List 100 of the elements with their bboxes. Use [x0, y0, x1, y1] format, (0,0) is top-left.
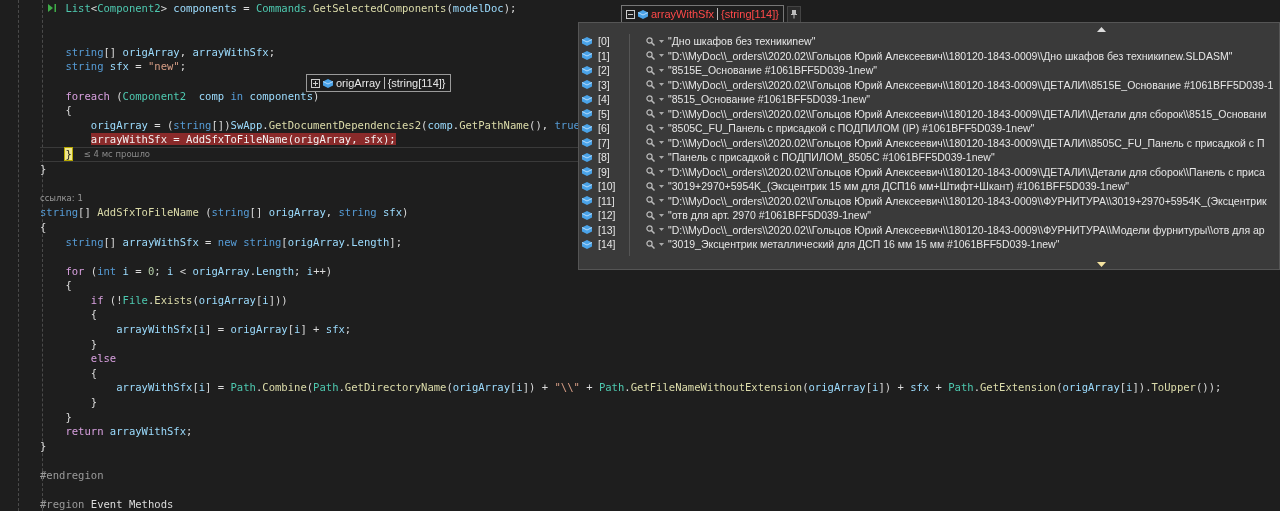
code-line: { — [40, 219, 47, 235]
caret-icon[interactable] — [659, 213, 664, 217]
caret-icon[interactable] — [659, 242, 664, 246]
object-icon — [582, 65, 592, 75]
code-line: { — [65, 278, 72, 293]
caret-icon[interactable] — [659, 228, 664, 232]
item-index: [1] — [598, 49, 611, 62]
variable-value: {string[114]} — [387, 77, 446, 89]
object-icon — [582, 167, 592, 177]
caret-icon[interactable] — [659, 126, 664, 130]
expand-toggle-icon[interactable] — [626, 9, 635, 19]
code-line: #endregion — [40, 468, 104, 483]
caret-icon[interactable] — [659, 170, 664, 174]
item-value: "D:\\MyDoc\\_orders\\2020.02\\Гольцов Юрий Алексеевич\\180120-1843-0009\\Дно шкафов без техникиnew.SLDASM" — [668, 49, 1233, 62]
magnifier-icon[interactable] — [646, 94, 655, 104]
object-icon — [582, 109, 592, 119]
object-icon — [582, 36, 592, 46]
object-icon — [582, 94, 592, 104]
item-index: [13] — [598, 223, 617, 236]
caret-icon[interactable] — [659, 68, 664, 72]
code-line: return arrayWithSfx; — [65, 424, 193, 439]
code-line: string[] arrayWithSfx = new string[origArray.Length]; — [65, 234, 403, 250]
item-value: "D:\\MyDoc\\_orders\\2020.02\\Гольцов Юрий Алексеевич\\180120-1843-0009\\ДЕТАЛИ\\8515E_Основание #1061BFF5D039-1 — [668, 78, 1274, 91]
code-line: } — [65, 409, 72, 425]
item-value: "8515_Основание #1061BFF5D039-1new" — [668, 93, 870, 106]
variable-name: origArray — [336, 77, 385, 89]
code-line: #region Event Methods — [40, 497, 174, 511]
item-value: "8515E_Основание #1061BFF5D039-1new" — [668, 64, 877, 77]
item-index: [9] — [598, 165, 611, 178]
magnifier-icon[interactable] — [646, 123, 655, 133]
item-value: "3019+2970+5954K_(Эксцентрик 15 мм для ДСП16 мм+Штифт+Шкант) #1061BFF5D039-1new" — [668, 180, 1129, 193]
object-icon — [582, 239, 592, 249]
item-value: "8505C_FU_Панель с присадкой с ПОДПИЛОМ (IP) #1061BFF5D039-1new" — [668, 122, 1035, 135]
item-index: [5] — [598, 107, 611, 120]
caret-icon[interactable] — [659, 155, 664, 159]
reference-count: ссылка: 1 — [40, 192, 83, 206]
object-icon — [582, 138, 592, 148]
item-index: [12] — [598, 209, 617, 222]
variable-value: {string[114]} — [720, 8, 779, 20]
magnifier-icon[interactable] — [646, 138, 655, 148]
magnifier-icon[interactable] — [646, 239, 655, 249]
pin-icon[interactable] — [786, 5, 801, 23]
caret-icon[interactable] — [659, 83, 664, 87]
caret-icon[interactable] — [659, 199, 664, 203]
caret-icon[interactable] — [659, 54, 664, 58]
magnifier-icon[interactable] — [646, 225, 655, 235]
magnifier-icon[interactable] — [646, 51, 655, 61]
item-value: "D:\\MyDoc\\_orders\\2020.02\\Гольцов Юрий Алексеевич\\180120-1843-0009\\ДЕТАЛИ\\8505C_FU_Панель с присадкой с П — [668, 136, 1265, 149]
run-to-click-icon[interactable] — [47, 3, 57, 13]
code-line: string[] AddSfxToFileName (string[] origArray, string sfx) — [40, 205, 409, 220]
item-value: "D:\\MyDoc\\_orders\\2020.02\\Гольцов Юрий Алексеевич\\180120-1843-0009\\ДЕТАЛИ\\Детали для сборок\\Панель с приса — [668, 165, 1265, 178]
magnifier-icon[interactable] — [646, 36, 655, 46]
code-line: } — [90, 336, 98, 352]
expand-toggle-icon[interactable] — [311, 78, 320, 88]
magnifier-icon[interactable] — [646, 65, 655, 75]
object-icon — [582, 181, 592, 191]
caret-icon[interactable] — [659, 39, 664, 43]
item-value: "D:\\MyDoc\\_orders\\2020.02\\Гольцов Юрий Алексеевич\\180120-1843-0009\\ФУРНИТУРА\\Модели фурнитуры\\отв для ар — [668, 223, 1265, 236]
object-icon — [638, 9, 648, 19]
caret-icon[interactable] — [659, 184, 664, 188]
datatip[interactable]: origArray {string[114]} — [306, 74, 451, 92]
item-index: [4] — [598, 93, 611, 106]
code-line: { — [90, 307, 98, 323]
object-icon — [582, 152, 592, 162]
scroll-down-icon[interactable] — [1097, 262, 1106, 267]
item-index: [0] — [598, 35, 611, 48]
code-line: string sfx = "new"; — [65, 59, 187, 74]
datatip[interactable]: arrayWithSfx {string[114]} — [621, 5, 784, 23]
caret-icon[interactable] — [659, 97, 664, 101]
magnifier-icon[interactable] — [646, 109, 655, 119]
object-icon — [582, 225, 592, 235]
magnifier-icon[interactable] — [646, 152, 655, 162]
item-index: [11] — [598, 194, 616, 207]
item-value: "D:\\MyDoc\\_orders\\2020.02\\Гольцов Юрий Алексеевич\\180120-1843-0009\\ДЕТАЛИ\\Детали для сборок\\8515_Основани — [668, 107, 1267, 120]
magnifier-icon[interactable] — [646, 210, 655, 220]
variable-name: arrayWithSfx — [651, 8, 718, 20]
item-index: [7] — [598, 136, 611, 149]
magnifier-icon[interactable] — [646, 196, 655, 206]
item-index: [3] — [598, 78, 611, 91]
caret-icon[interactable] — [659, 112, 664, 116]
item-value: "D:\\MyDoc\\_orders\\2020.02\\Гольцов Юрий Алексеевич\\180120-1843-0009\\ФУРНИТУРА\\3019+2970+5954K_(Эксцентрик — [668, 194, 1267, 207]
item-index: [10] — [598, 180, 617, 193]
scroll-up-icon[interactable] — [1097, 27, 1106, 32]
magnifier-icon[interactable] — [646, 181, 655, 191]
object-icon — [582, 80, 592, 90]
item-value: "Дно шкафов без техникиnew" — [668, 35, 816, 48]
magnifier-icon[interactable] — [646, 167, 655, 177]
code-line: } — [40, 161, 47, 177]
caret-icon[interactable] — [659, 141, 664, 145]
object-icon — [582, 210, 592, 220]
code-line: List<Component2> components = Commands.GetSelectedComponents(modelDoc); — [65, 1, 517, 16]
code-line: string[] origArray, arrayWithSfx; — [65, 44, 275, 60]
code-line: if (!File.Exists(origArray[i])) — [90, 292, 288, 308]
item-index: [8] — [598, 151, 611, 164]
magnifier-icon[interactable] — [646, 80, 655, 90]
code-line: } — [90, 395, 98, 410]
object-icon — [582, 123, 592, 133]
code-line: } — [40, 438, 47, 454]
code-line: { — [90, 365, 98, 381]
perf-tip[interactable]: ≤ 4 мс прошло — [83, 146, 151, 162]
